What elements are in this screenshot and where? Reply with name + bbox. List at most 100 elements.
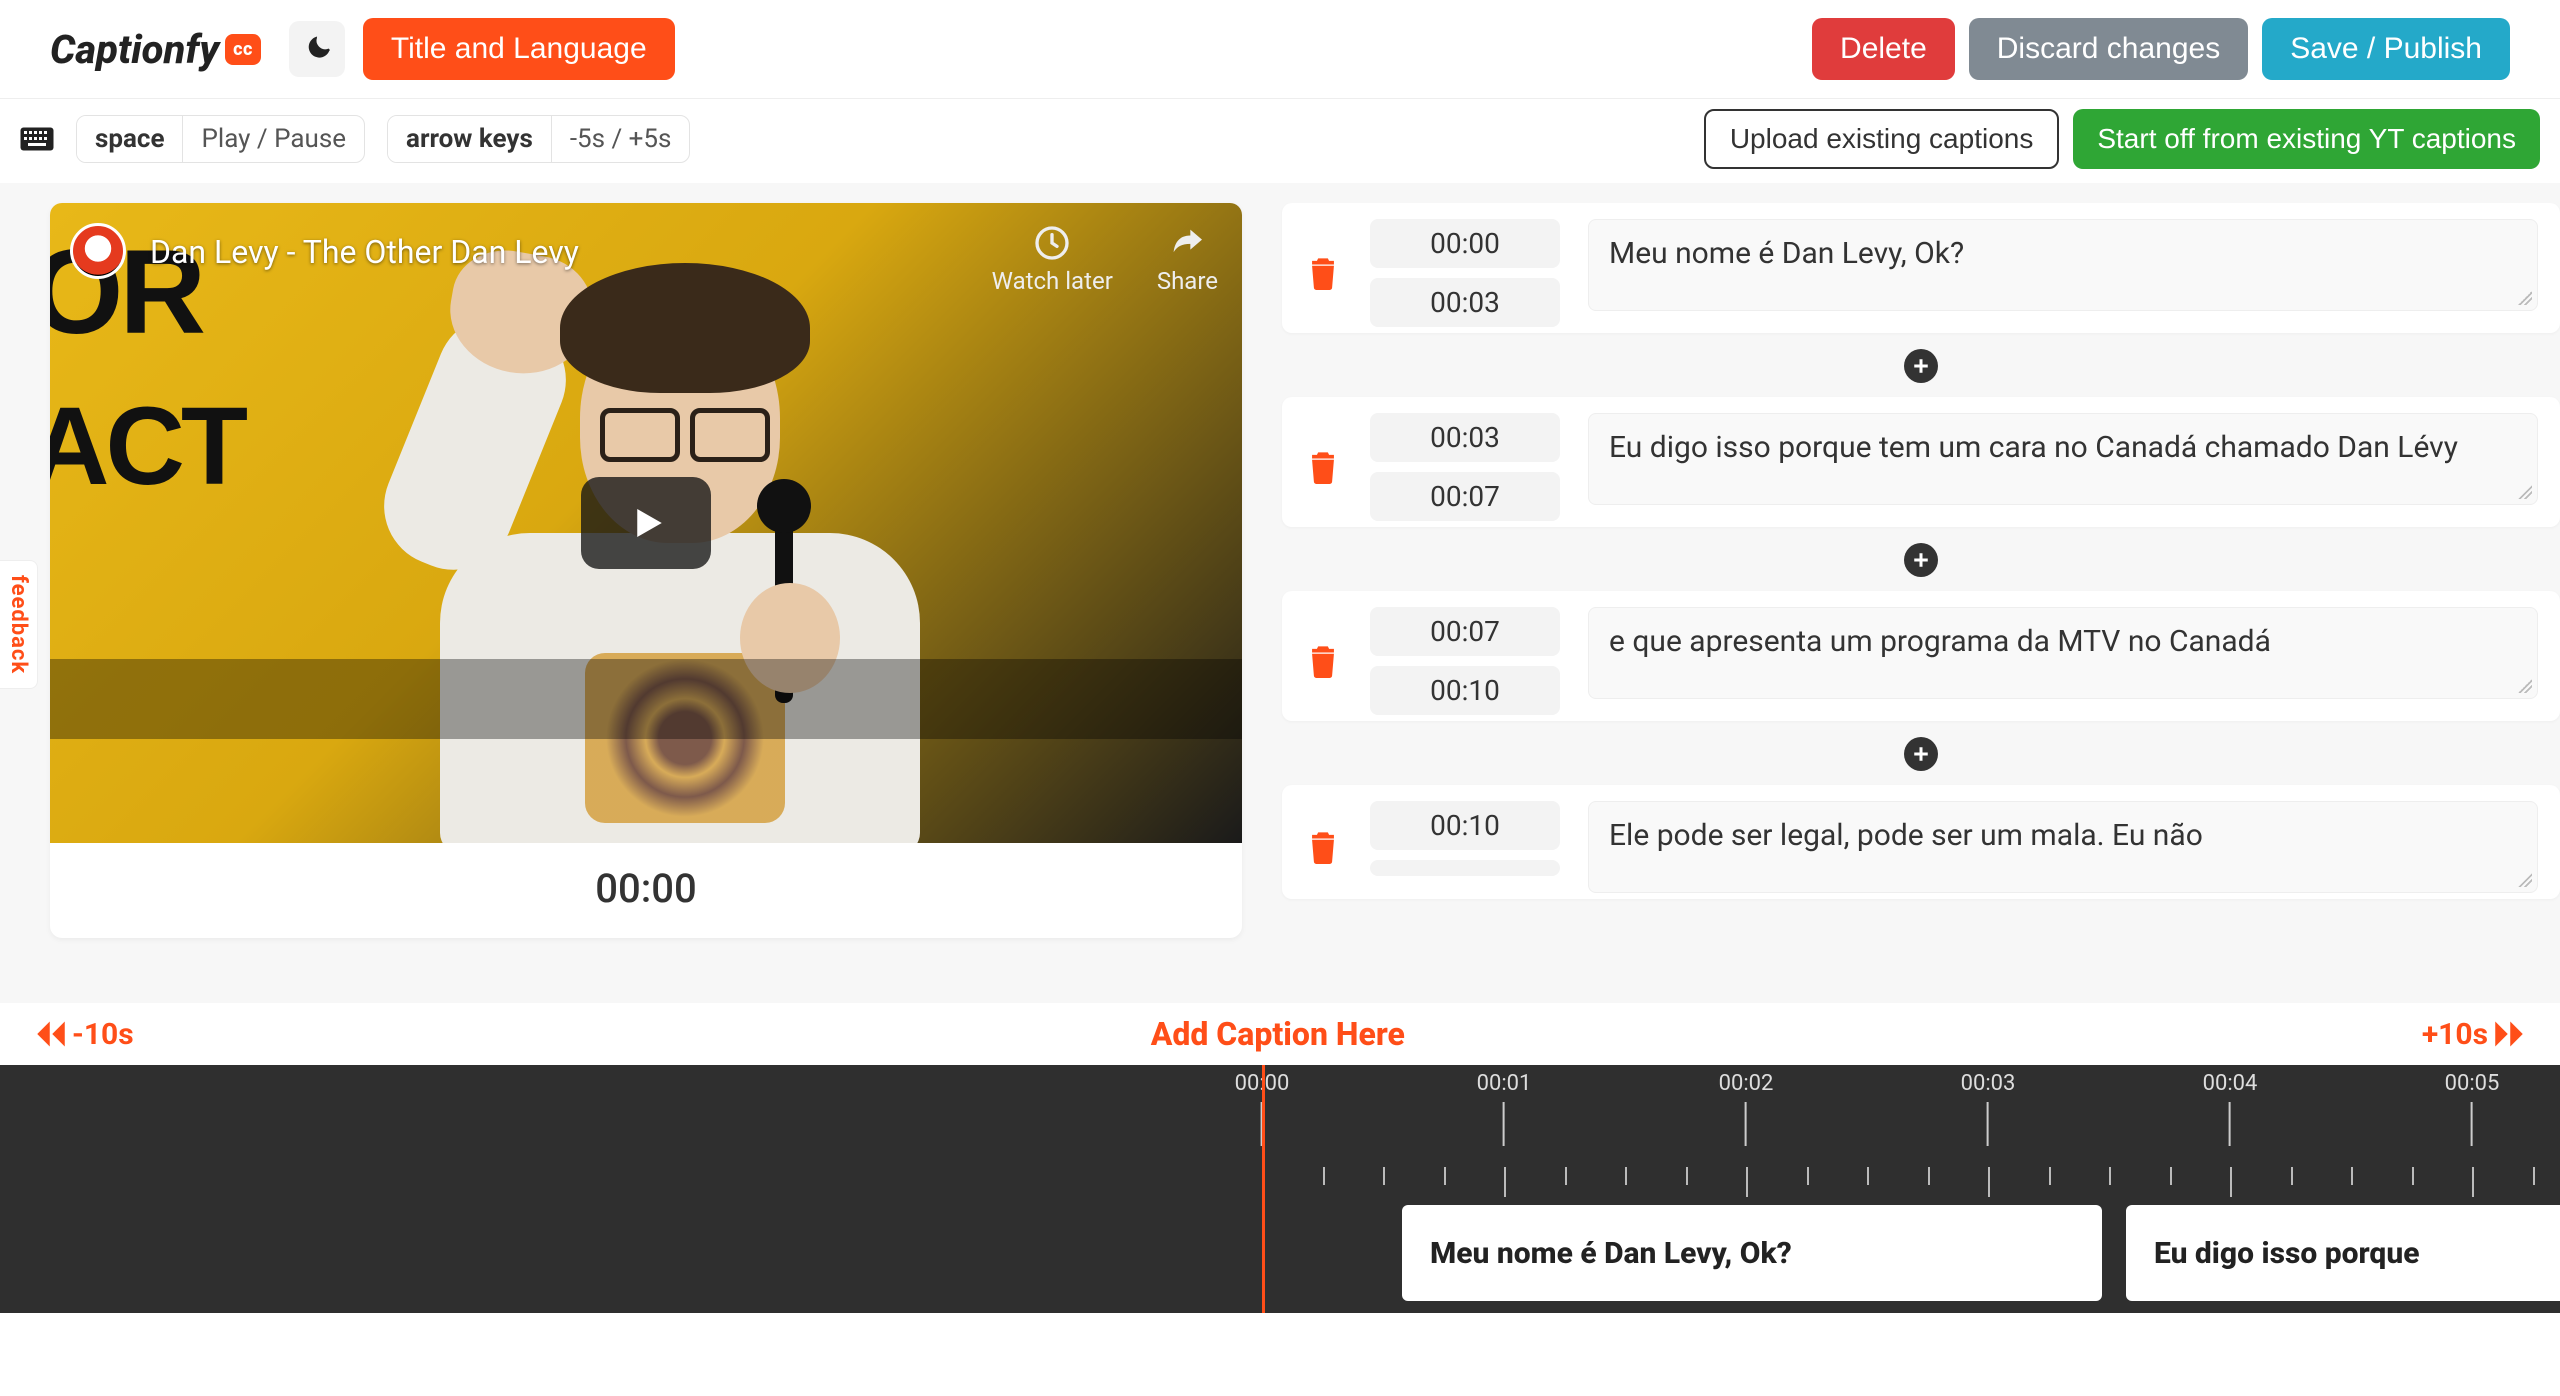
tick-label: 00:02: [1719, 1065, 1774, 1096]
forward-10s-button[interactable]: +10s: [2422, 1017, 2524, 1052]
timeline-tick: 00:05: [2445, 1065, 2500, 1146]
video-player[interactable]: OR ACT Dan Levy - The Other Dan Levy: [50, 203, 1242, 843]
logo[interactable]: Captionfy cc: [50, 26, 261, 73]
logo-text: Captionfy: [50, 26, 219, 73]
time-stack: 00:03 00:07: [1370, 413, 1560, 521]
start-from-yt-button[interactable]: Start off from existing YT captions: [2073, 109, 2540, 169]
theme-toggle-button[interactable]: [289, 21, 345, 77]
back-10s-button[interactable]: -10s: [36, 1017, 134, 1052]
watch-later-button[interactable]: Watch later: [992, 223, 1113, 295]
caption-column: 00:0000:03Meu nome é Dan Levy, Ok?00:030…: [1272, 203, 2560, 1003]
end-time[interactable]: 00:07: [1370, 472, 1560, 521]
timeline[interactable]: 00:0000:0100:0200:0300:0400:05 Meu nome …: [0, 1065, 2560, 1313]
add-caption-here-button[interactable]: Add Caption Here: [1151, 1015, 1405, 1053]
moon-icon: [302, 34, 332, 64]
caption-text-input[interactable]: Meu nome é Dan Levy, Ok?: [1588, 219, 2538, 311]
shortcut-desc: -5s / +5s: [552, 116, 690, 162]
start-time[interactable]: 00:07: [1370, 607, 1560, 656]
back-10s-label: -10s: [72, 1017, 134, 1052]
double-chevron-right-icon: [2494, 1021, 2524, 1047]
shortcut-key: arrow keys: [388, 116, 552, 162]
timeline-minor-tick: [2049, 1167, 2051, 1185]
add-caption-button[interactable]: [1904, 737, 1938, 771]
timeline-minor-ticks: [1262, 1167, 2560, 1197]
start-time[interactable]: 00:03: [1370, 413, 1560, 462]
time-stack: 00:07 00:10: [1370, 607, 1560, 715]
plus-icon: [1912, 745, 1930, 763]
timeline-caption-block[interactable]: Meu nome é Dan Levy, Ok?: [1402, 1205, 2102, 1301]
upload-captions-button[interactable]: Upload existing captions: [1704, 109, 2060, 169]
delete-caption-button[interactable]: [1304, 640, 1342, 682]
tick-label: 00:04: [2203, 1065, 2258, 1096]
timeline-minor-tick: [1444, 1167, 1446, 1185]
discard-button[interactable]: Discard changes: [1969, 18, 2248, 80]
feedback-tab[interactable]: feedback: [0, 560, 38, 689]
caption-row: 00:03 00:07 Eu digo isso porque tem um car…: [1282, 397, 2560, 527]
start-time[interactable]: 00:10: [1370, 801, 1560, 850]
play-icon: [625, 502, 667, 544]
share-icon: [1167, 223, 1207, 263]
footer: -10s Add Caption Here +10s 00:0000:0100:…: [0, 1003, 2560, 1313]
delete-caption-button[interactable]: [1304, 252, 1342, 294]
timeline-minor-tick: [2412, 1167, 2414, 1185]
timeline-blocks: Meu nome é Dan Levy, Ok?Eu digo isso por…: [1262, 1205, 2560, 1301]
timeline-minor-tick: [2109, 1167, 2111, 1185]
caption-text-wrap: Eu digo isso porque tem um cara no Canad…: [1588, 413, 2538, 505]
save-publish-button[interactable]: Save / Publish: [2262, 18, 2510, 80]
timeline-minor-tick: [2472, 1167, 2474, 1197]
watch-later-label: Watch later: [992, 267, 1113, 295]
timeline-minor-tick: [1504, 1167, 1506, 1197]
end-time[interactable]: [1370, 860, 1560, 876]
shortcut-space: space Play / Pause: [76, 115, 365, 163]
tick-label: 00:05: [2445, 1065, 2500, 1096]
caption-text-input[interactable]: Ele pode ser legal, pode ser um mala. Eu…: [1588, 801, 2538, 893]
title-language-button[interactable]: Title and Language: [363, 18, 675, 80]
add-caption-button[interactable]: [1904, 349, 1938, 383]
logo-cc-badge: cc: [225, 34, 261, 65]
timeline-minor-tick: [1565, 1167, 1567, 1185]
end-time[interactable]: 00:10: [1370, 666, 1560, 715]
video-title[interactable]: Dan Levy - The Other Dan Levy: [150, 233, 579, 271]
tick-label: 00:03: [1961, 1065, 2016, 1096]
caption-text-wrap: Meu nome é Dan Levy, Ok?: [1588, 219, 2538, 311]
forward-10s-label: +10s: [2422, 1017, 2488, 1052]
timeline-tick: 00:03: [1961, 1065, 2016, 1146]
caption-text-input[interactable]: e que apresenta um programa da MTV no Ca…: [1588, 607, 2538, 699]
header: Captionfy cc Title and Language Delete D…: [0, 0, 2560, 98]
play-button[interactable]: [581, 477, 711, 569]
delete-caption-button[interactable]: [1304, 826, 1342, 868]
timeline-caption-block[interactable]: Eu digo isso porque: [2126, 1205, 2560, 1301]
channel-avatar[interactable]: [70, 223, 126, 279]
shortcut-arrows: arrow keys -5s / +5s: [387, 115, 690, 163]
add-caption-button[interactable]: [1904, 543, 1938, 577]
shortcut-key: space: [77, 116, 183, 162]
timeline-minor-tick: [1867, 1167, 1869, 1185]
add-caption-between: [1282, 539, 2560, 591]
video-bg-decor: ACT: [50, 383, 244, 510]
timeline-minor-tick: [2291, 1167, 2293, 1185]
timeline-tick: 00:02: [1719, 1065, 1774, 1146]
start-time[interactable]: 00:00: [1370, 219, 1560, 268]
caption-row: 00:07 00:10 e que apresenta um programa da…: [1282, 591, 2560, 721]
time-stack: 00:10: [1370, 801, 1560, 876]
delete-button[interactable]: Delete: [1812, 18, 1955, 80]
video-current-time: 00:00: [50, 843, 1242, 938]
delete-caption-button[interactable]: [1304, 446, 1342, 488]
timeline-minor-tick: [1383, 1167, 1385, 1185]
caption-row: 00:10 Ele pode ser legal, pode ser um mal…: [1282, 785, 2560, 899]
share-button[interactable]: Share: [1157, 223, 1218, 295]
timeline-controls: -10s Add Caption Here +10s: [0, 1003, 2560, 1065]
timeline-minor-tick: [2533, 1167, 2535, 1185]
playhead[interactable]: [1262, 1065, 1265, 1313]
clock-icon: [1032, 223, 1072, 263]
shortcut-desc: Play / Pause: [183, 116, 364, 162]
video-column: OR ACT Dan Levy - The Other Dan Levy: [0, 203, 1272, 1003]
timeline-minor-tick: [1323, 1167, 1325, 1185]
add-caption-between: [1282, 345, 2560, 397]
timeline-tick: 00:01: [1477, 1065, 1532, 1146]
shortcut-bar: space Play / Pause arrow keys -5s / +5s …: [0, 98, 2560, 183]
main: OR ACT Dan Levy - The Other Dan Levy: [0, 183, 2560, 1003]
end-time[interactable]: 00:03: [1370, 278, 1560, 327]
caption-text-input[interactable]: Eu digo isso porque tem um cara no Canad…: [1588, 413, 2538, 505]
timeline-minor-tick: [1686, 1167, 1688, 1185]
